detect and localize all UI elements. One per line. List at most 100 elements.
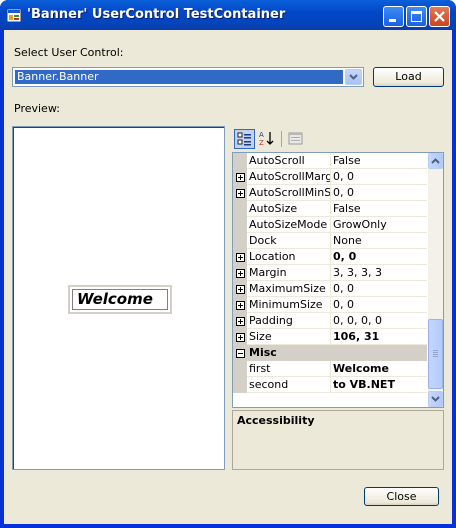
app-window: 'Banner' UserControl TestContainer Selec… — [0, 0, 456, 528]
maximize-button[interactable] — [406, 6, 427, 27]
select-control-label: Select User Control: — [14, 46, 124, 59]
property-name: AutoSizeMode — [249, 217, 331, 232]
property-expander[interactable] — [236, 333, 245, 342]
property-value[interactable]: 0, 0 — [333, 297, 427, 312]
categorized-icon — [237, 132, 251, 146]
dropdown-button[interactable] — [345, 69, 362, 85]
property-name: first — [249, 361, 331, 376]
property-description-panel: Accessibility — [232, 410, 444, 470]
property-grid-scrollbar[interactable] — [428, 153, 443, 407]
property-value[interactable]: 0, 0 — [333, 249, 427, 264]
property-name: AutoSize — [249, 201, 331, 216]
property-value[interactable]: False — [333, 201, 427, 216]
property-row-margin — [233, 153, 247, 169]
expand-icon — [238, 303, 243, 308]
property-row[interactable]: Location 0, 0 — [233, 249, 427, 265]
property-pages-button[interactable] — [286, 129, 307, 149]
description-title: Accessibility — [237, 414, 315, 427]
sort-alphabetical-icon: A Z — [259, 131, 274, 147]
property-expander[interactable] — [236, 173, 245, 182]
property-name: AutoScrollMinSize — [249, 185, 331, 200]
property-name: second — [249, 377, 331, 392]
property-name: MinimumSize — [249, 297, 331, 312]
property-value[interactable]: GrowOnly — [333, 217, 427, 232]
scroll-thumb[interactable] — [428, 319, 443, 389]
property-value[interactable]: to VB.NET — [333, 377, 427, 392]
expand-icon — [238, 287, 243, 292]
property-row[interactable]: MinimumSize 0, 0 — [233, 297, 427, 313]
property-expander[interactable] — [236, 269, 245, 278]
property-row[interactable]: Dock None — [233, 233, 427, 249]
category-row-misc[interactable]: Misc — [233, 345, 427, 361]
expand-icon — [238, 191, 243, 196]
property-expander[interactable] — [236, 317, 245, 326]
property-expander[interactable] — [236, 189, 245, 198]
banner-welcome-text: Welcome — [72, 289, 168, 310]
property-name: AutoScroll — [249, 153, 331, 168]
app-icon — [7, 9, 21, 22]
property-value[interactable]: 0, 0, 0, 0 — [333, 313, 427, 328]
property-value[interactable]: 106, 31 — [333, 329, 427, 344]
property-value[interactable]: 0, 0 — [333, 281, 427, 296]
scroll-up-arrow-icon — [431, 158, 440, 164]
expand-icon — [238, 335, 243, 340]
preview-label: Preview: — [14, 102, 60, 115]
property-name: Margin — [249, 265, 331, 280]
close-button[interactable]: Close — [364, 487, 439, 506]
scroll-grip-icon — [433, 350, 438, 357]
scroll-up-button[interactable] — [428, 153, 443, 169]
dropdown-selected-value: Banner.Banner — [15, 70, 343, 84]
close-window-button[interactable] — [429, 6, 450, 27]
property-row[interactable]: AutoSizeMode GrowOnly — [233, 217, 427, 233]
scroll-down-button[interactable] — [428, 391, 443, 407]
property-row[interactable]: AutoScrollMargin0, 0 — [233, 169, 427, 185]
property-name: Padding — [249, 313, 331, 328]
property-row[interactable]: Margin 3, 3, 3, 3 — [233, 265, 427, 281]
property-row-margin — [233, 361, 247, 377]
property-row[interactable]: second to VB.NET — [233, 377, 427, 393]
property-row[interactable]: AutoScrollMinSize0, 0 — [233, 185, 427, 201]
property-row[interactable]: AutoScroll False — [233, 153, 427, 169]
property-row[interactable]: MaximumSize 0, 0 — [233, 281, 427, 297]
property-row[interactable]: Padding 0, 0, 0, 0 — [233, 313, 427, 329]
collapse-icon — [238, 353, 243, 354]
property-row-margin — [233, 217, 247, 233]
property-name: Size — [249, 329, 331, 344]
property-expander[interactable] — [236, 253, 245, 262]
property-row[interactable]: first Welcome — [233, 361, 427, 377]
property-expander[interactable] — [236, 285, 245, 294]
property-name: AutoScrollMargin — [249, 169, 331, 184]
property-value[interactable]: 3, 3, 3, 3 — [333, 265, 427, 280]
property-value[interactable]: Welcome — [333, 361, 427, 376]
expand-icon — [238, 319, 243, 324]
property-value[interactable]: 0, 0 — [333, 185, 427, 200]
svg-text:A: A — [259, 131, 264, 139]
category-collapser[interactable] — [236, 349, 245, 358]
property-value[interactable]: None — [333, 233, 427, 248]
title-bar[interactable]: 'Banner' UserControl TestContainer — [0, 0, 456, 30]
property-row-margin — [233, 201, 247, 217]
property-row[interactable]: AutoSize False — [233, 201, 427, 217]
property-expander[interactable] — [236, 301, 245, 310]
user-control-dropdown[interactable]: Banner.Banner — [12, 67, 364, 87]
property-row-margin — [233, 233, 247, 249]
property-value[interactable]: 0, 0 — [333, 169, 427, 184]
property-grid[interactable]: AutoScrollFalseAutoScrollMargin0, 0AutoS… — [232, 152, 444, 408]
categorized-button[interactable] — [234, 129, 255, 149]
window-frame-right — [452, 30, 456, 528]
minimize-icon — [389, 19, 396, 22]
load-button[interactable]: Load — [373, 67, 444, 87]
property-row[interactable]: Size 106, 31 — [233, 329, 427, 345]
window-title: 'Banner' UserControl TestContainer — [27, 7, 286, 22]
property-value[interactable]: False — [333, 153, 427, 168]
property-name: Location — [249, 249, 331, 264]
close-icon — [434, 11, 445, 22]
banner-control[interactable]: Welcome — [68, 285, 172, 314]
property-pages-icon — [288, 132, 303, 145]
expand-icon — [238, 271, 243, 276]
scroll-down-arrow-icon — [431, 396, 440, 402]
expand-icon — [238, 175, 243, 180]
alphabetical-button[interactable]: A Z — [257, 129, 278, 149]
minimize-button[interactable] — [383, 6, 404, 27]
svg-text:Z: Z — [259, 139, 264, 147]
